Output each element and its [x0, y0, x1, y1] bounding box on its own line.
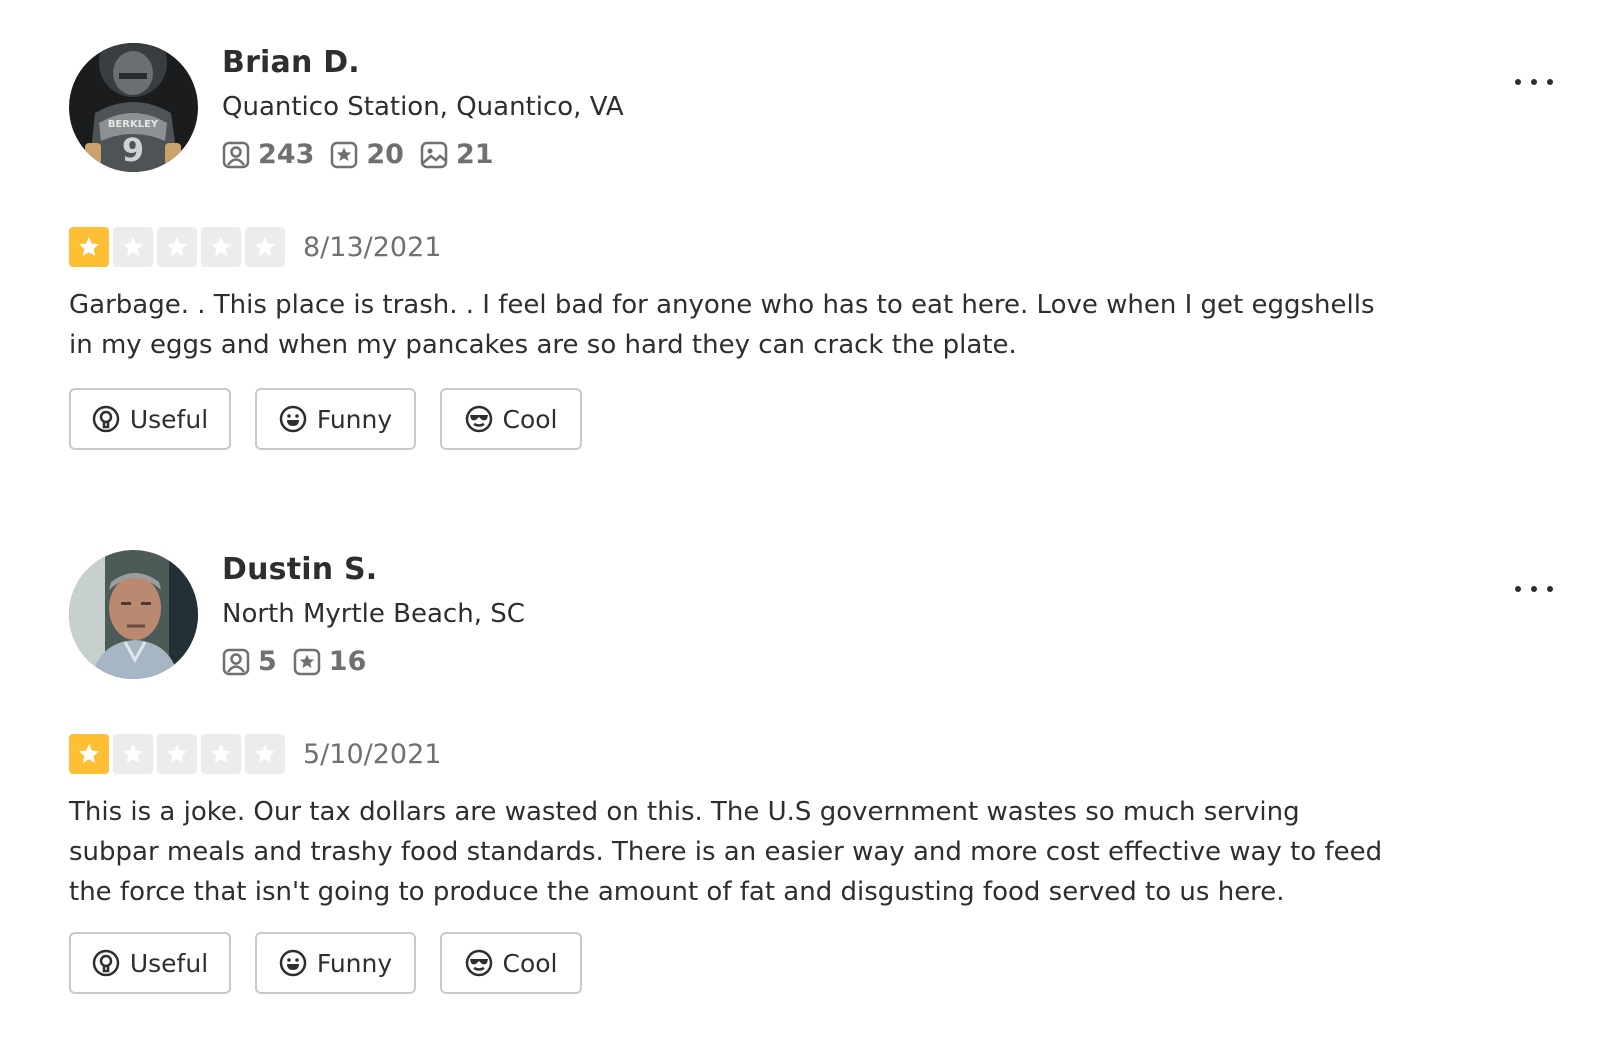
star-icon-empty	[245, 227, 285, 267]
user-location: North Myrtle Beach, SC	[222, 599, 525, 629]
photos-icon	[420, 141, 448, 168]
user-stats: 243 20 21	[222, 139, 510, 170]
funny-label: Funny	[316, 404, 393, 434]
more-dot-icon	[1547, 79, 1553, 85]
more-dot-icon	[1531, 79, 1537, 85]
useful-label: Useful	[129, 404, 209, 434]
star-icon-empty	[113, 734, 153, 774]
review-actions: Useful Funny Cool	[69, 932, 606, 994]
reviews-icon	[293, 648, 321, 675]
user-avatar[interactable]: BERKLEY 9	[69, 43, 198, 172]
friends-count-value: 243	[258, 139, 315, 170]
user-location: Quantico Station, Quantico, VA	[222, 92, 624, 122]
star-icon-empty	[157, 227, 197, 267]
more-options-button[interactable]	[1509, 577, 1559, 601]
cool-button[interactable]: Cool	[440, 388, 582, 450]
star-icon-filled	[69, 734, 109, 774]
funny-label: Funny	[316, 948, 393, 978]
more-dot-icon	[1547, 586, 1553, 592]
more-dot-icon	[1531, 586, 1537, 592]
review-text: This is a joke. Our tax dollars are wast…	[69, 797, 1383, 907]
sunglasses-face-icon	[465, 405, 492, 433]
star-icon-empty	[113, 227, 153, 267]
laughing-face-icon	[279, 949, 307, 977]
review-date: 8/13/2021	[303, 231, 442, 263]
lightbulb-icon	[92, 405, 120, 433]
star-icon-filled	[69, 227, 109, 267]
user-avatar[interactable]	[69, 550, 198, 679]
reviews-count: 20	[330, 139, 404, 170]
user-name[interactable]: Dustin S.	[222, 552, 377, 587]
star-rating: 5/10/2021	[69, 734, 441, 774]
friends-icon	[222, 648, 250, 675]
friends-count: 243	[222, 139, 314, 170]
more-dot-icon	[1515, 79, 1521, 85]
review-date: 5/10/2021	[303, 738, 442, 770]
user-stats: 5 16	[222, 646, 382, 677]
review-actions: Useful Funny Cool	[69, 388, 606, 450]
star-icon-empty	[201, 227, 241, 267]
reviews-icon	[331, 141, 358, 168]
more-dot-icon	[1515, 586, 1521, 592]
funny-button[interactable]: Funny	[255, 932, 416, 994]
friends-count-value: 5	[258, 646, 277, 677]
sunglasses-face-icon	[465, 949, 492, 977]
svg-text:9: 9	[122, 131, 144, 169]
reviews-count-value: 16	[328, 646, 367, 677]
cool-label: Cool	[502, 948, 558, 978]
cool-label: Cool	[502, 404, 558, 434]
star-icon-empty	[201, 734, 241, 774]
star-icon-empty	[245, 734, 285, 774]
football-player-avatar-icon: BERKLEY 9	[69, 43, 198, 172]
useful-button[interactable]: Useful	[69, 932, 231, 994]
svg-text:BERKLEY: BERKLEY	[108, 119, 159, 130]
lightbulb-icon	[92, 949, 120, 977]
friends-count: 5	[222, 646, 277, 677]
reviews-count: 16	[293, 646, 367, 677]
photos-count-value: 21	[455, 139, 494, 170]
friends-icon	[222, 141, 250, 168]
star-icon-empty	[157, 734, 197, 774]
man-portrait-avatar-icon	[69, 550, 198, 679]
star-rating: 8/13/2021	[69, 227, 441, 267]
review-text: Garbage. . This place is trash. . I feel…	[69, 290, 1375, 360]
useful-label: Useful	[129, 948, 209, 978]
more-options-button[interactable]	[1509, 70, 1559, 94]
reviews-count-value: 20	[366, 139, 404, 170]
useful-button[interactable]: Useful	[69, 388, 231, 450]
cool-button[interactable]: Cool	[440, 932, 582, 994]
photos-count: 21	[420, 139, 494, 170]
funny-button[interactable]: Funny	[255, 388, 416, 450]
user-name[interactable]: Brian D.	[222, 45, 360, 80]
laughing-face-icon	[279, 405, 307, 433]
